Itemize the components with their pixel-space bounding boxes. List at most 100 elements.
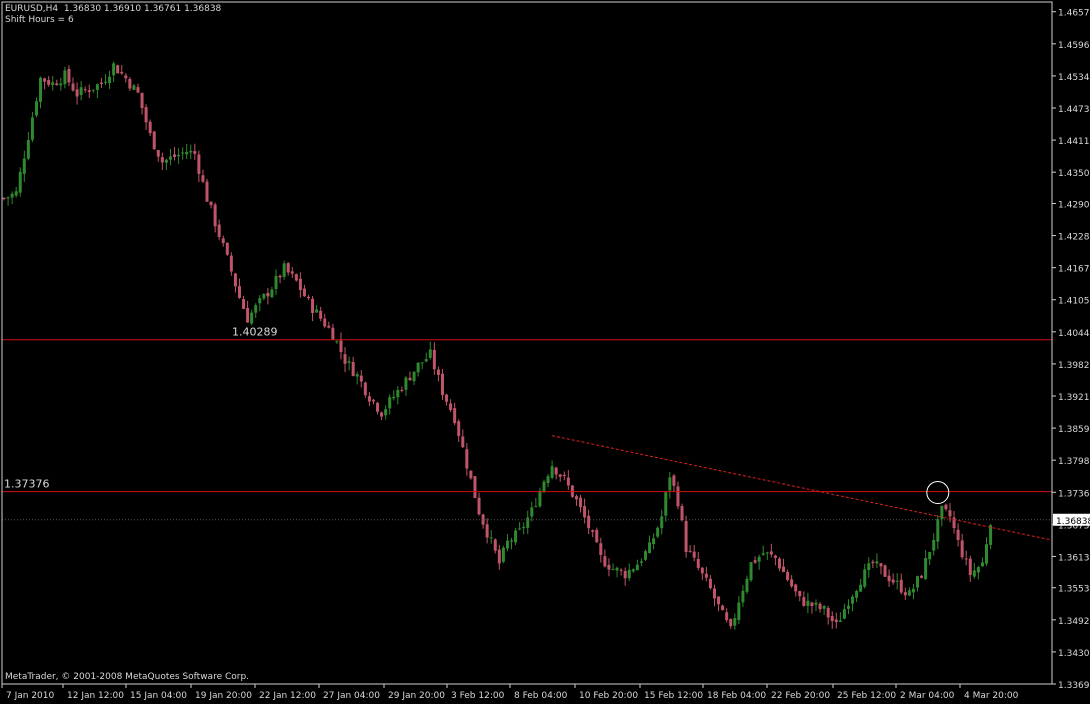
candle-body <box>538 490 542 507</box>
price-chart[interactable]: 1.40289 1.37376 1.46575 1.45960 1.45345 1.44… <box>0 0 1090 704</box>
candle-body <box>197 154 201 174</box>
candle-body <box>6 197 10 199</box>
candle-body <box>91 89 95 91</box>
candle-body <box>282 263 286 277</box>
candle-body <box>457 421 461 437</box>
candle-body <box>242 299 246 309</box>
marker-circle <box>926 481 950 505</box>
y-tick-label: 1.38595 <box>1058 425 1090 435</box>
candle-body <box>676 486 680 507</box>
candle-body <box>148 121 152 134</box>
candle-body <box>753 560 757 563</box>
candle-body <box>846 605 850 609</box>
candle-body <box>684 521 688 552</box>
indicator-info: Shift Hours = 6 <box>5 15 74 25</box>
candle-body <box>34 101 38 116</box>
price-axis: 1.46575 1.45960 1.45345 1.44730 1.44115 1.435… <box>1052 9 1090 691</box>
candle-body <box>928 551 932 560</box>
candle-body <box>859 584 863 592</box>
candle-body <box>863 569 867 587</box>
candle-body <box>388 397 392 409</box>
candle-body <box>315 309 319 313</box>
candle-body <box>826 608 830 618</box>
copyright-text: MetaTrader, © 2001-2008 MetaQuotes Softw… <box>5 672 250 682</box>
candle-body <box>233 273 237 287</box>
candles-group <box>2 61 993 630</box>
candle-body <box>335 341 339 343</box>
candle-body <box>692 551 696 558</box>
candle-body <box>112 63 116 76</box>
candle-body <box>83 89 87 91</box>
candle-body <box>116 65 120 74</box>
candle-body <box>43 78 47 82</box>
candle-body <box>246 307 250 323</box>
candle-body <box>798 590 802 597</box>
y-tick-label: 1.44115 <box>1058 137 1090 147</box>
candle-body <box>542 481 546 492</box>
x-tick-label: 27 Jan 04:00 <box>323 691 380 701</box>
candle-body <box>867 563 871 571</box>
candle-body <box>733 618 737 626</box>
y-tick-label: 1.36135 <box>1058 553 1090 563</box>
candle-body <box>440 373 444 396</box>
candle-body <box>725 612 729 621</box>
candle-body <box>907 590 911 596</box>
candle-body <box>830 616 834 622</box>
candle-body <box>400 389 404 391</box>
candle-body <box>217 224 221 238</box>
candle-body <box>623 571 627 579</box>
candle-body <box>250 312 254 324</box>
candle-body <box>505 540 509 549</box>
candle-body <box>87 90 91 92</box>
candle-body <box>696 558 700 568</box>
candle-body <box>587 515 591 529</box>
candle-body <box>944 504 948 510</box>
candle-body <box>652 538 656 545</box>
candle-body <box>660 516 664 529</box>
x-tick-label: 8 Feb 04:00 <box>514 691 568 701</box>
candle-body <box>985 544 989 564</box>
candle-body <box>424 359 428 362</box>
candle-body <box>668 477 672 491</box>
x-tick-label: 19 Jan 20:00 <box>195 691 252 701</box>
y-tick-label: 1.33690 <box>1058 681 1090 691</box>
x-tick-label: 4 Mar 20:00 <box>964 691 1019 701</box>
candle-body <box>562 474 566 477</box>
x-tick-label: 25 Feb 12:00 <box>837 691 896 701</box>
candle-body <box>404 377 408 390</box>
candle-body <box>156 150 160 157</box>
candle-body <box>769 551 773 555</box>
candle-body <box>566 477 570 486</box>
candle-body <box>108 76 112 84</box>
candle-body <box>26 140 30 159</box>
level-label: 1.37376 <box>4 478 50 491</box>
candle-body <box>871 561 875 564</box>
candle-body <box>67 69 71 83</box>
candle-body <box>22 158 26 174</box>
candle-body <box>924 558 928 579</box>
candle-body <box>59 83 63 86</box>
candle-body <box>254 305 258 313</box>
candle-body <box>591 530 595 532</box>
candle-body <box>290 271 294 274</box>
candle-body <box>883 565 887 577</box>
candle-body <box>209 201 213 206</box>
x-tick-label: 2 Mar 04:00 <box>900 691 955 701</box>
x-tick-label: 22 Feb 20:00 <box>771 691 830 701</box>
candle-body <box>213 204 217 227</box>
candle-body <box>583 506 587 518</box>
candle-body <box>899 579 903 593</box>
candle-body <box>168 156 172 160</box>
y-tick-label: 1.37980 <box>1058 457 1090 467</box>
candle-body <box>10 193 14 198</box>
y-tick-label: 1.34920 <box>1058 617 1090 627</box>
candle-body <box>968 558 972 576</box>
candle-body <box>262 293 266 299</box>
candle-body <box>286 263 290 273</box>
candle-body <box>128 78 132 89</box>
candle-body <box>229 255 233 272</box>
candle-body <box>376 402 380 412</box>
candle-body <box>359 375 363 382</box>
trend-line[interactable] <box>551 435 1052 541</box>
candle-body <box>745 578 749 592</box>
